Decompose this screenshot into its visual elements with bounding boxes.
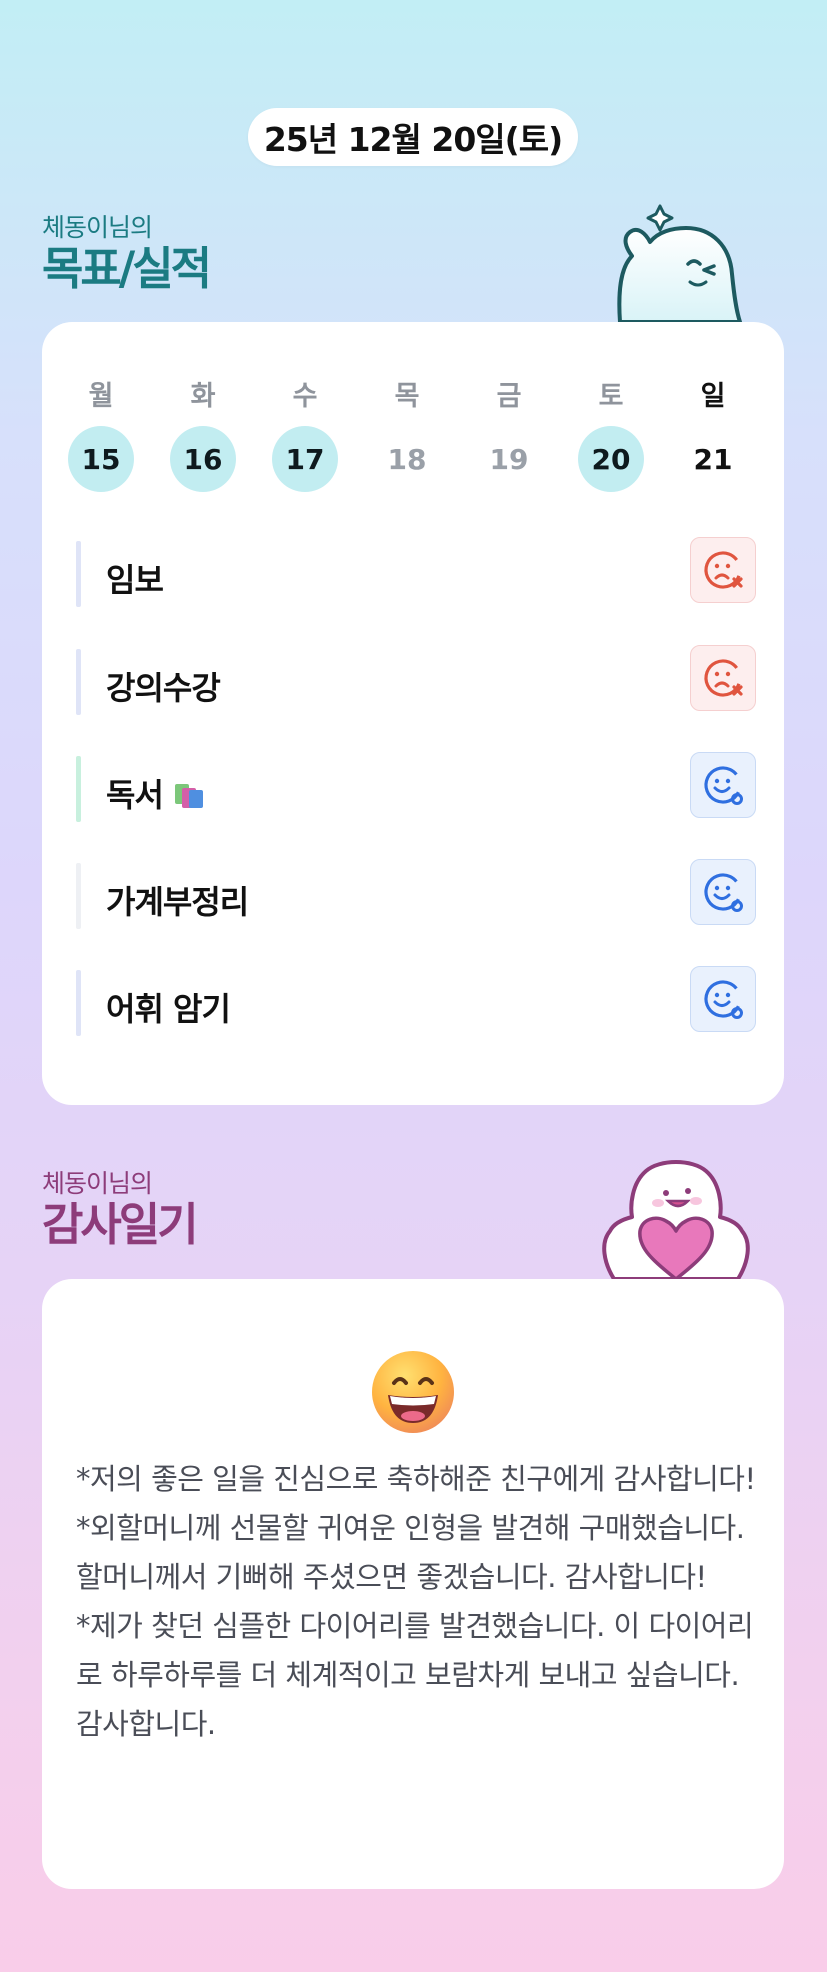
goal-name: 가계부정리 bbox=[106, 883, 249, 921]
goal-section-heading: 체동이님의 목표/실적 bbox=[42, 208, 212, 295]
thanks-section-title: 감사일기 bbox=[42, 1198, 199, 1251]
gratitude-entry: *제가 찾던 심플한 다이어리를 발견했습니다. 이 다이어리로 하루하루를 더… bbox=[76, 1609, 754, 1741]
waving-mascot-icon bbox=[617, 204, 742, 322]
gratitude-entry: *저의 좋은 일을 진심으로 축하해준 친구에게 감사합니다! bbox=[76, 1462, 756, 1496]
sad-face-icon[interactable] bbox=[690, 537, 756, 603]
day-number-sat[interactable]: 20 bbox=[578, 426, 644, 492]
gratitude-journal-card: *저의 좋은 일을 진심으로 축하해준 친구에게 감사합니다! *외할머니께 선… bbox=[42, 1279, 784, 1889]
day-label-mon: 월 bbox=[88, 381, 114, 412]
goal-color-bar bbox=[76, 541, 81, 607]
day-number-mon[interactable]: 15 bbox=[68, 426, 134, 492]
goal-color-bar bbox=[76, 756, 81, 822]
thanks-owner-label: 체동이님의 bbox=[42, 1169, 153, 1198]
day-number-wed[interactable]: 17 bbox=[272, 426, 338, 492]
day-label-sat: 토 bbox=[598, 381, 624, 412]
goal-name: 강의수강 bbox=[106, 669, 221, 707]
goal-name: 임보 bbox=[106, 561, 164, 599]
day-label-thu: 목 bbox=[394, 381, 420, 412]
sad-face-icon[interactable] bbox=[690, 645, 756, 711]
goal-color-bar bbox=[76, 863, 81, 929]
heart-mascot-icon bbox=[602, 1160, 750, 1279]
happy-face-icon[interactable] bbox=[690, 966, 756, 1032]
goal-item[interactable]: 어휘 암기 bbox=[76, 966, 756, 1036]
day-number-fri[interactable]: 19 bbox=[476, 426, 542, 492]
happy-face-icon[interactable] bbox=[690, 859, 756, 925]
goal-name: 독서 bbox=[106, 776, 164, 814]
goal-name-wrap: 독서 bbox=[106, 770, 205, 816]
day-label-fri: 금 bbox=[496, 381, 522, 412]
goal-item[interactable]: 강의수강 bbox=[76, 645, 756, 715]
date-pill: 25년 12월 20일(토) bbox=[248, 108, 578, 166]
gratitude-entry: *외할머니께 선물할 귀여운 인형을 발견해 구매했습니다. 할머니께서 기뻐해… bbox=[76, 1511, 745, 1594]
goal-owner-label: 체동이님의 bbox=[42, 213, 153, 242]
goal-item[interactable]: 임보 bbox=[76, 537, 756, 607]
day-label-tue: 화 bbox=[190, 381, 216, 412]
grinning-face-icon bbox=[372, 1351, 454, 1433]
goal-card: 월 15 화 16 수 17 목 18 금 19 토 20 일 21 임보 강의… bbox=[42, 322, 784, 1105]
books-icon bbox=[175, 784, 204, 808]
goal-color-bar bbox=[76, 970, 81, 1036]
day-number-tue[interactable]: 16 bbox=[170, 426, 236, 492]
day-number-sun[interactable]: 21 bbox=[680, 426, 746, 492]
day-label-sun: 일 bbox=[700, 381, 726, 412]
goal-color-bar bbox=[76, 649, 81, 715]
goal-item[interactable]: 가계부정리 bbox=[76, 859, 756, 929]
thanks-section-heading: 체동이님의 감사일기 bbox=[42, 1164, 199, 1251]
day-number-thu[interactable]: 18 bbox=[374, 426, 440, 492]
goal-name: 어휘 암기 bbox=[106, 990, 231, 1028]
gratitude-entries: *저의 좋은 일을 진심으로 축하해준 친구에게 감사합니다! *외할머니께 선… bbox=[76, 1455, 756, 1749]
goal-item[interactable]: 독서 bbox=[76, 752, 756, 822]
day-label-wed: 수 bbox=[292, 381, 318, 412]
goal-section-title: 목표/실적 bbox=[42, 242, 212, 295]
happy-face-icon[interactable] bbox=[690, 752, 756, 818]
